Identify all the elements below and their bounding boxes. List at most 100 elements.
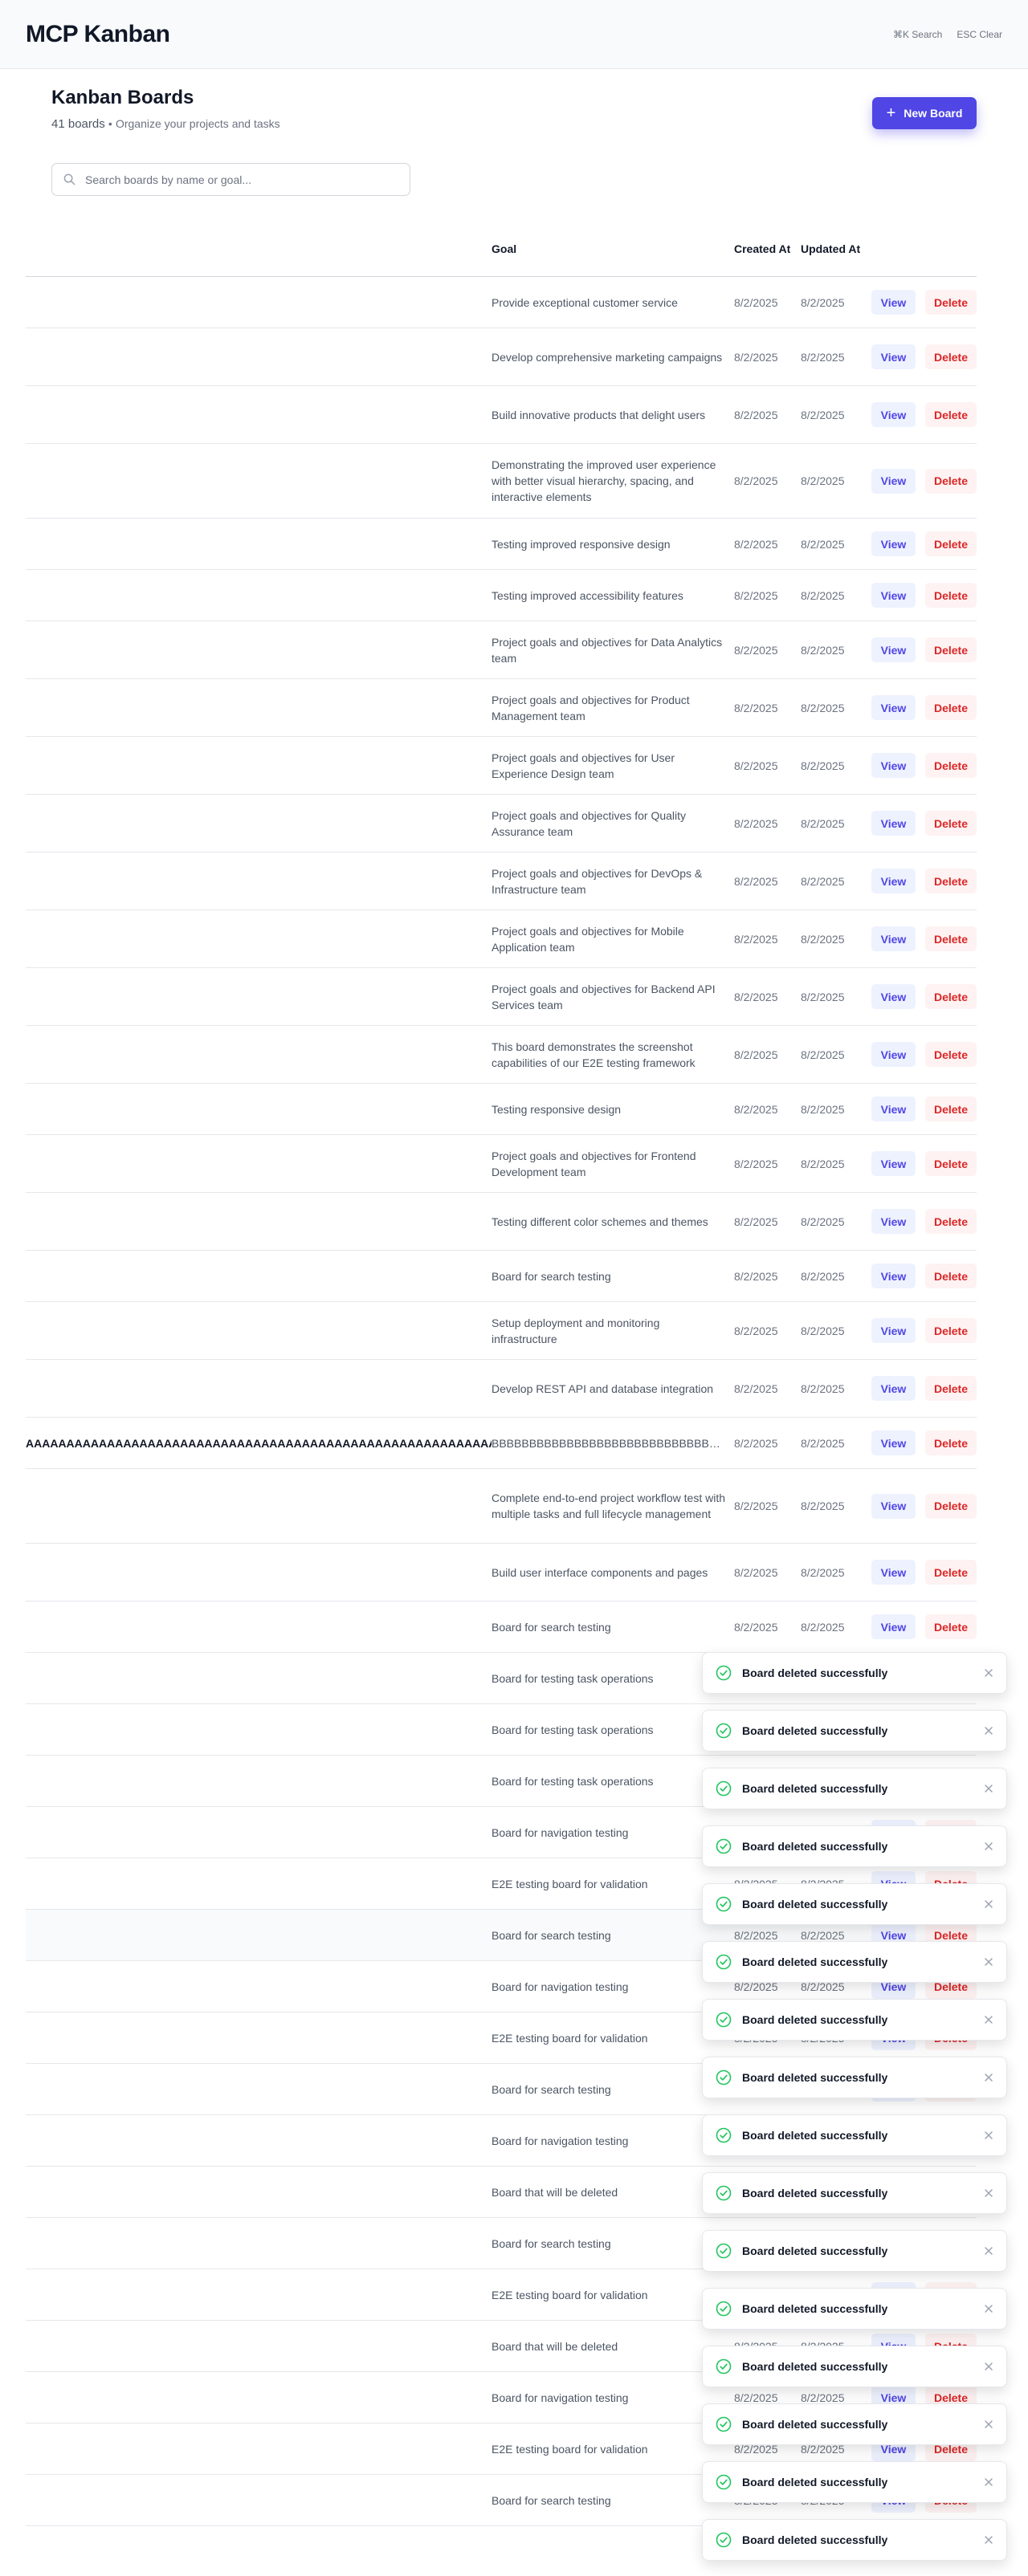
delete-button[interactable]: Delete xyxy=(925,1151,977,1176)
updated-date: 8/2/2025 xyxy=(801,643,845,657)
board-name[interactable]: AAAAAAAAAAAAAAAAAAAAAAAAAAAAAAAAAAAAAAAA… xyxy=(26,1437,492,1450)
table-row[interactable]: Project goals and objectives for DevOps … xyxy=(26,853,977,910)
table-row[interactable]: Board for search testing 8/2/2025 8/2/2025… xyxy=(26,1601,977,1653)
view-button[interactable]: View xyxy=(871,1493,916,1519)
delete-button[interactable]: Delete xyxy=(925,1493,977,1519)
close-icon[interactable] xyxy=(984,2535,993,2545)
delete-button[interactable]: Delete xyxy=(925,1376,977,1401)
delete-button[interactable]: Delete xyxy=(925,1042,977,1067)
close-icon[interactable] xyxy=(984,1899,993,1909)
view-button[interactable]: View xyxy=(871,402,916,427)
table-row[interactable]: Board for search testing 8/2/2025 8/2/2025… xyxy=(26,1251,977,1302)
view-button[interactable]: View xyxy=(871,1097,916,1121)
row-actions: View Delete xyxy=(867,402,977,427)
close-icon[interactable] xyxy=(984,2477,993,2487)
view-button[interactable]: View xyxy=(871,1264,916,1288)
clear-shortcut[interactable]: ESC Clear xyxy=(957,29,1002,40)
table-row[interactable]: Build innovative products that delight u… xyxy=(26,386,977,444)
view-button[interactable]: View xyxy=(871,637,916,662)
view-button[interactable]: View xyxy=(871,1614,916,1639)
close-icon[interactable] xyxy=(984,2073,993,2082)
table-row[interactable]: AAAAAAAAAAAAAAAAAAAAAAAAAAAAAAAAAAAAAAAA… xyxy=(26,1418,977,1469)
view-button[interactable]: View xyxy=(871,1430,916,1455)
table-row[interactable]: Testing different color schemes and them… xyxy=(26,1193,977,1251)
table-row[interactable]: Testing improved responsive design 8/2/20… xyxy=(26,519,977,570)
delete-button[interactable]: Delete xyxy=(925,984,977,1009)
delete-button[interactable]: Delete xyxy=(925,1614,977,1639)
view-button[interactable]: View xyxy=(871,531,916,556)
new-board-button[interactable]: + New Board xyxy=(872,97,977,129)
delete-button[interactable]: Delete xyxy=(925,637,977,662)
delete-button[interactable]: Delete xyxy=(925,811,977,836)
table-row[interactable]: Setup deployment and monitoring infrastr… xyxy=(26,1302,977,1360)
delete-button[interactable]: Delete xyxy=(925,290,977,315)
view-button[interactable]: View xyxy=(871,753,916,778)
table-row[interactable]: Develop comprehensive marketing campaign… xyxy=(26,328,977,386)
close-icon[interactable] xyxy=(984,2130,993,2140)
delete-button[interactable]: Delete xyxy=(925,926,977,951)
table-row[interactable]: Provide exceptional customer service 8/2/… xyxy=(26,277,977,328)
close-icon[interactable] xyxy=(984,2304,993,2314)
delete-button[interactable]: Delete xyxy=(925,1209,977,1234)
delete-button[interactable]: Delete xyxy=(925,344,977,369)
table-row[interactable]: Project goals and objectives for Quality… xyxy=(26,795,977,853)
delete-button[interactable]: Delete xyxy=(925,695,977,720)
close-icon[interactable] xyxy=(984,1668,993,1678)
close-icon[interactable] xyxy=(984,2015,993,2025)
delete-button[interactable]: Delete xyxy=(925,1430,977,1455)
close-icon[interactable] xyxy=(984,1726,993,1736)
view-button[interactable]: View xyxy=(871,811,916,836)
table-row[interactable]: Develop REST API and database integratio… xyxy=(26,1360,977,1418)
delete-button[interactable]: Delete xyxy=(925,1264,977,1288)
delete-button[interactable]: Delete xyxy=(925,1097,977,1121)
check-circle-icon xyxy=(716,1896,732,1912)
close-icon[interactable] xyxy=(984,1841,993,1851)
close-icon[interactable] xyxy=(984,2362,993,2371)
view-button[interactable]: View xyxy=(871,695,916,720)
view-button[interactable]: View xyxy=(871,1209,916,1234)
search-shortcut[interactable]: ⌘K Search xyxy=(893,29,942,40)
updated-date: 8/2/2025 xyxy=(801,1500,845,1512)
toast-notification: Board deleted successfully xyxy=(702,2519,1007,2561)
table-row[interactable]: Project goals and objectives for Backend… xyxy=(26,968,977,1026)
page-title: Kanban Boards xyxy=(51,87,194,108)
search-input[interactable] xyxy=(85,173,398,186)
close-icon[interactable] xyxy=(984,2188,993,2198)
delete-button[interactable]: Delete xyxy=(925,531,977,556)
view-button[interactable]: View xyxy=(871,583,916,608)
table-row[interactable]: Testing responsive design 8/2/2025 8/2/202… xyxy=(26,1084,977,1135)
delete-button[interactable]: Delete xyxy=(925,402,977,427)
table-row[interactable]: Project goals and objectives for User Ex… xyxy=(26,737,977,795)
table-row[interactable]: Project goals and objectives for Data An… xyxy=(26,621,977,679)
table-row[interactable]: Complete end-to-end project workflow tes… xyxy=(26,1469,977,1544)
new-board-label: New Board xyxy=(904,107,963,120)
table-row[interactable]: Project goals and objectives for Product… xyxy=(26,679,977,737)
view-button[interactable]: View xyxy=(871,1376,916,1401)
table-row[interactable]: Demonstrating the improved user experien… xyxy=(26,444,977,519)
delete-button[interactable]: Delete xyxy=(925,1318,977,1343)
table-row[interactable]: Build user interface components and page… xyxy=(26,1544,977,1601)
view-button[interactable]: View xyxy=(871,1560,916,1585)
delete-button[interactable]: Delete xyxy=(925,869,977,893)
view-button[interactable]: View xyxy=(871,869,916,893)
view-button[interactable]: View xyxy=(871,1318,916,1343)
table-row[interactable]: Project goals and objectives for Fronten… xyxy=(26,1135,977,1193)
delete-button[interactable]: Delete xyxy=(925,583,977,608)
delete-button[interactable]: Delete xyxy=(925,1560,977,1585)
view-button[interactable]: View xyxy=(871,984,916,1009)
view-button[interactable]: View xyxy=(871,1042,916,1067)
close-icon[interactable] xyxy=(984,1957,993,1967)
delete-button[interactable]: Delete xyxy=(925,468,977,494)
table-row[interactable]: Testing improved accessibility features 8… xyxy=(26,570,977,621)
view-button[interactable]: View xyxy=(871,1151,916,1176)
view-button[interactable]: View xyxy=(871,290,916,315)
view-button[interactable]: View xyxy=(871,468,916,494)
table-row[interactable]: Project goals and objectives for Mobile … xyxy=(26,910,977,968)
close-icon[interactable] xyxy=(984,1784,993,1793)
view-button[interactable]: View xyxy=(871,926,916,951)
view-button[interactable]: View xyxy=(871,344,916,369)
close-icon[interactable] xyxy=(984,2246,993,2256)
table-row[interactable]: This board demonstrates the screenshot c… xyxy=(26,1026,977,1084)
delete-button[interactable]: Delete xyxy=(925,753,977,778)
close-icon[interactable] xyxy=(984,2419,993,2429)
